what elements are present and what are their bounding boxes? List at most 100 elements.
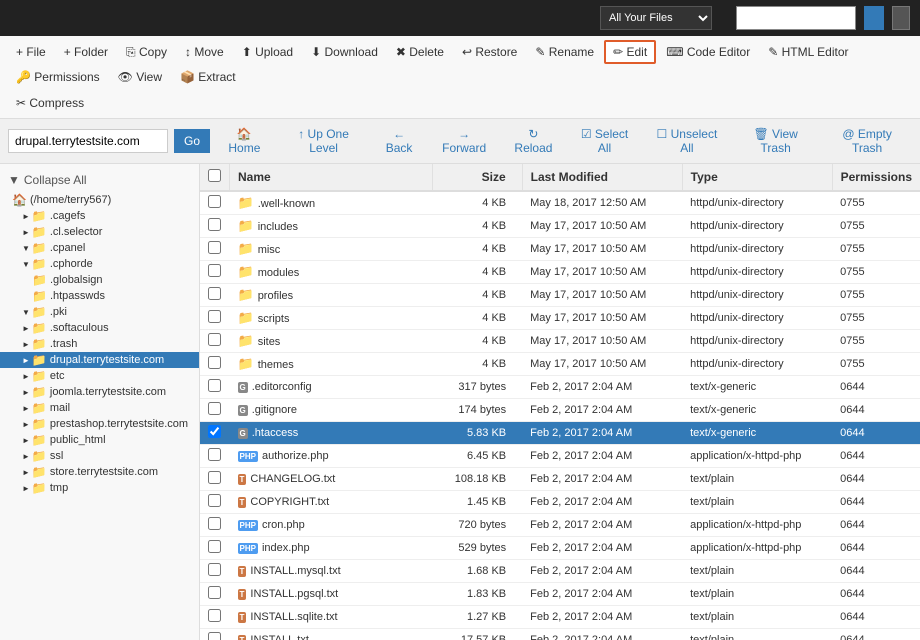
row-checkbox[interactable]	[208, 448, 221, 461]
table-row[interactable]: TCHANGELOG.txt108.18 KBFeb 2, 2017 2:04 …	[200, 468, 920, 491]
up-one-level-button[interactable]: ↑ Up One Level	[279, 123, 369, 159]
row-checkbox[interactable]	[208, 241, 221, 254]
copy-button[interactable]: ⎘ Copy	[118, 41, 175, 64]
select-all-button[interactable]: ☑ Select All	[568, 123, 640, 159]
search-scope-select[interactable]: All Your Files File Names Only	[600, 6, 712, 30]
table-row[interactable]: PHPcron.php720 bytesFeb 2, 2017 2:04 AMa…	[200, 514, 920, 537]
row-checkbox[interactable]	[208, 425, 221, 438]
row-checkbox[interactable]	[208, 517, 221, 530]
tree-item[interactable]: ► 📁etc	[0, 368, 199, 384]
col-header-size[interactable]: Size	[432, 164, 522, 191]
table-row[interactable]: PHPauthorize.php6.45 KBFeb 2, 2017 2:04 …	[200, 445, 920, 468]
tree-item[interactable]: ▼ 📁.pki	[0, 304, 199, 320]
row-checkbox[interactable]	[208, 310, 221, 323]
download-button[interactable]: ⬇ Download	[303, 41, 386, 63]
tree-item[interactable]: ► 📁public_html	[0, 432, 199, 448]
col-header-name[interactable]: Name	[230, 164, 433, 191]
table-row[interactable]: TINSTALL.pgsql.txt1.83 KBFeb 2, 2017 2:0…	[200, 583, 920, 606]
table-row[interactable]: TCOPYRIGHT.txt1.45 KBFeb 2, 2017 2:04 AM…	[200, 491, 920, 514]
path-input[interactable]	[8, 129, 168, 153]
table-row[interactable]: G.editorconfig317 bytesFeb 2, 2017 2:04 …	[200, 376, 920, 399]
tree-item[interactable]: ► 📁joomla.terrytestsite.com	[0, 384, 199, 400]
tree-item[interactable]: ► 📁.trash	[0, 336, 199, 352]
collapse-icon: ▼	[8, 173, 20, 187]
table-row[interactable]: G.gitignore174 bytesFeb 2, 2017 2:04 AMt…	[200, 399, 920, 422]
extract-button[interactable]: 📦 Extract	[172, 66, 244, 88]
row-checkbox[interactable]	[208, 471, 221, 484]
reload-button[interactable]: ↻ Reload	[503, 123, 565, 159]
table-row[interactable]: G.htaccess5.83 KBFeb 2, 2017 2:04 AMtext…	[200, 422, 920, 445]
html-editor-button[interactable]: ✎ HTML Editor	[760, 41, 856, 63]
edit-button[interactable]: ✏ Edit	[604, 40, 656, 64]
row-checkbox[interactable]	[208, 218, 221, 231]
tree-item[interactable]: ► 📁drupal.terrytestsite.com	[0, 352, 199, 368]
col-header-type[interactable]: Type	[682, 164, 832, 191]
compress-button[interactable]: ✂ Compress	[8, 92, 92, 114]
row-checkbox[interactable]	[208, 333, 221, 346]
row-checkbox[interactable]	[208, 287, 221, 300]
view-trash-button[interactable]: 🗑 View Trash	[733, 123, 818, 159]
table-row[interactable]: TINSTALL.sqlite.txt1.27 KBFeb 2, 2017 2:…	[200, 606, 920, 629]
select-all-checkbox[interactable]	[208, 169, 221, 182]
tree-item[interactable]: ► 📁.cagefs	[0, 208, 199, 224]
row-checkbox[interactable]	[208, 356, 221, 369]
tree-item[interactable]: ► 📁.cl.selector	[0, 224, 199, 240]
table-row[interactable]: 📁modules4 KBMay 17, 2017 10:50 AMhttpd/u…	[200, 261, 920, 284]
forward-button[interactable]: → Forward	[430, 123, 499, 159]
tree-item[interactable]: ▼ 📁.cphorde	[0, 256, 199, 272]
row-checkbox[interactable]	[208, 195, 221, 208]
row-checkbox[interactable]	[208, 586, 221, 599]
row-checkbox[interactable]	[208, 494, 221, 507]
row-checkbox[interactable]	[208, 563, 221, 576]
table-row[interactable]: 📁themes4 KBMay 17, 2017 10:50 AMhttpd/un…	[200, 353, 920, 376]
table-row[interactable]: 📁sites4 KBMay 17, 2017 10:50 AMhttpd/uni…	[200, 330, 920, 353]
tree-item[interactable]: 📁.globalsign	[0, 272, 199, 288]
collapse-all-button[interactable]: ▼ Collapse All	[0, 170, 199, 190]
back-button[interactable]: ← Back	[372, 123, 425, 159]
table-row[interactable]: 📁scripts4 KBMay 17, 2017 10:50 AMhttpd/u…	[200, 307, 920, 330]
table-row[interactable]: 📁profiles4 KBMay 17, 2017 10:50 AMhttpd/…	[200, 284, 920, 307]
navigation-bar: Go 🏠 Home ↑ Up One Level ← Back → Forwar…	[0, 119, 920, 164]
row-checkbox[interactable]	[208, 264, 221, 277]
search-input[interactable]	[736, 6, 856, 30]
row-checkbox[interactable]	[208, 402, 221, 415]
tree-item[interactable]: ► 📁ssl	[0, 448, 199, 464]
settings-button[interactable]	[892, 6, 910, 30]
table-row[interactable]: 📁misc4 KBMay 17, 2017 10:50 AMhttpd/unix…	[200, 238, 920, 261]
upload-button[interactable]: ⬆ Upload	[234, 41, 301, 63]
col-header-modified[interactable]: Last Modified	[522, 164, 682, 191]
table-row[interactable]: TINSTALL.txt17.57 KBFeb 2, 2017 2:04 AMt…	[200, 629, 920, 640]
view-button[interactable]: 👁 View	[110, 66, 170, 88]
tree-item[interactable]: ► 📁store.terrytestsite.com	[0, 464, 199, 480]
row-checkbox[interactable]	[208, 609, 221, 622]
table-row[interactable]: 📁.well-known4 KBMay 18, 2017 12:50 AMhtt…	[200, 191, 920, 215]
tree-item[interactable]: ► 📁.softaculous	[0, 320, 199, 336]
table-row[interactable]: 📁includes4 KBMay 17, 2017 10:50 AMhttpd/…	[200, 215, 920, 238]
delete-button[interactable]: ✖ Delete	[388, 41, 452, 63]
home-button[interactable]: 🏠 Home	[214, 123, 275, 159]
unselect-all-button[interactable]: ☐ Unselect All	[645, 123, 729, 159]
path-go-button[interactable]: Go	[174, 129, 210, 153]
code-editor-button[interactable]: ⌨ Code Editor	[658, 41, 758, 63]
restore-button[interactable]: ↩ Restore	[454, 41, 525, 63]
tree-item[interactable]: ► 📁mail	[0, 400, 199, 416]
row-checkbox[interactable]	[208, 379, 221, 392]
tree-item[interactable]: ► 📁tmp	[0, 480, 199, 496]
tree-item[interactable]: ► 📁prestashop.terrytestsite.com	[0, 416, 199, 432]
move-button[interactable]: ↕ Move	[177, 41, 232, 63]
search-go-button[interactable]	[864, 6, 884, 30]
permissions-button[interactable]: 🔑 Permissions	[8, 66, 108, 88]
col-header-permissions[interactable]: Permissions	[832, 164, 920, 191]
table-row[interactable]: TINSTALL.mysql.txt1.68 KBFeb 2, 2017 2:0…	[200, 560, 920, 583]
rename-button[interactable]: ✎ Rename	[527, 41, 602, 63]
row-checkbox[interactable]	[208, 632, 221, 640]
add-folder-button[interactable]: + Folder	[56, 41, 116, 63]
tree-item[interactable]: 🏠(/home/terry567)	[0, 192, 199, 208]
table-row[interactable]: PHPindex.php529 bytesFeb 2, 2017 2:04 AM…	[200, 537, 920, 560]
col-header-checkbox[interactable]	[200, 164, 230, 191]
tree-item[interactable]: ▼ 📁.cpanel	[0, 240, 199, 256]
add-file-button[interactable]: + File	[8, 41, 54, 63]
empty-trash-button[interactable]: @ Empty Trash	[822, 123, 912, 159]
row-checkbox[interactable]	[208, 540, 221, 553]
tree-item[interactable]: 📁.htpasswds	[0, 288, 199, 304]
